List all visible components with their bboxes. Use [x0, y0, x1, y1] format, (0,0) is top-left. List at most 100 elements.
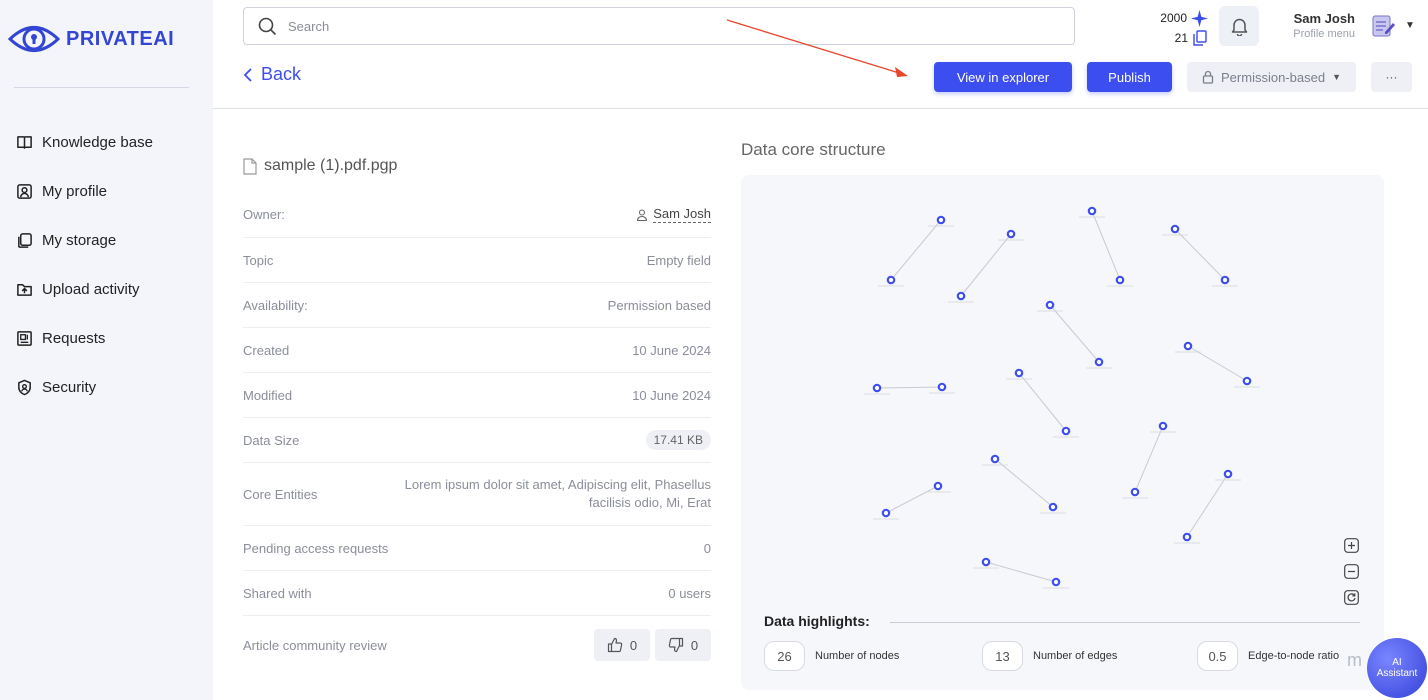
highlight-label: Number of edges: [1033, 650, 1118, 662]
graph-node[interactable]: [872, 383, 882, 393]
detail-value: 10 June 2024: [632, 387, 711, 403]
graph-edge: [1187, 345, 1248, 382]
graph-edge: [994, 458, 1054, 508]
caret-down-icon: ▼: [1332, 72, 1341, 82]
shield-icon: [18, 379, 31, 396]
graph-edge: [885, 485, 939, 514]
graph-node[interactable]: [1115, 275, 1125, 285]
highlight-value: 13: [982, 641, 1023, 671]
chevron-down-icon[interactable]: ▼: [1405, 20, 1415, 31]
sidebar-item-label: My storage: [42, 232, 117, 249]
graph-node[interactable]: [1094, 357, 1104, 367]
ai-assistant-button[interactable]: AI Assistant: [1367, 638, 1427, 698]
sidebar-item-knowledge-base[interactable]: Knowledge base: [16, 118, 153, 167]
publish-button[interactable]: Publish: [1087, 62, 1172, 92]
dislike-button[interactable]: 0: [655, 629, 711, 661]
graph-edge: [1174, 228, 1226, 281]
detail-row-community-review: Article community review 0 0: [243, 616, 711, 674]
storage-icon: [18, 233, 32, 248]
detail-label: Shared with: [243, 585, 312, 601]
likes-count: 0: [629, 637, 638, 653]
graph-node[interactable]: [1087, 206, 1097, 216]
graph-edge: [1091, 210, 1121, 281]
graph-edge: [960, 233, 1012, 297]
graph-node[interactable]: [1223, 469, 1233, 479]
owner-link[interactable]: Sam Josh: [636, 206, 711, 223]
dislikes-count: 0: [690, 637, 699, 653]
profile-menu[interactable]: Sam Josh Profile menu: [1270, 11, 1355, 40]
detail-label: Modified: [243, 387, 293, 403]
requests-icon: [17, 331, 32, 346]
graph-node[interactable]: [1051, 577, 1061, 587]
search-input[interactable]: [288, 18, 988, 34]
zoom-out-icon[interactable]: [1344, 564, 1359, 579]
detail-label: Availability:: [243, 297, 308, 313]
sidebar-item-my-storage[interactable]: My storage: [16, 216, 153, 265]
graph-node[interactable]: [956, 291, 966, 301]
back-button[interactable]: Back: [243, 64, 301, 85]
sidebar-item-upload-activity[interactable]: Upload activity: [16, 265, 153, 314]
graph-node[interactable]: [881, 508, 891, 518]
graph-node[interactable]: [1048, 502, 1058, 512]
detail-value: 0 users: [668, 585, 711, 601]
highlights-divider: [890, 622, 1360, 623]
graph-node[interactable]: [1182, 532, 1192, 542]
graph-node[interactable]: [886, 275, 896, 285]
highlight-value: 26: [764, 641, 805, 671]
permission-dropdown[interactable]: Permission-based ▼: [1187, 62, 1356, 92]
reset-view-icon[interactable]: [1344, 590, 1359, 605]
graph-node[interactable]: [936, 215, 946, 225]
graph-node[interactable]: [1045, 300, 1055, 310]
sidebar-item-my-profile[interactable]: My profile: [16, 167, 153, 216]
bell-icon: [1231, 18, 1247, 36]
graph-node[interactable]: [1014, 368, 1024, 378]
file-title: sample (1).pdf.pgp: [243, 157, 397, 175]
notifications-button[interactable]: [1219, 6, 1259, 46]
graph-node[interactable]: [1242, 376, 1252, 386]
avatar[interactable]: [1371, 14, 1395, 38]
user-icon: [637, 208, 648, 221]
graph-node[interactable]: [1061, 426, 1071, 436]
sidebar-item-label: Requests: [42, 330, 106, 347]
assistant-mark: m: [1347, 650, 1362, 670]
detail-row-shared-with: Shared with 0 users: [243, 571, 711, 616]
graph-node[interactable]: [981, 557, 991, 567]
detail-label: Created: [243, 342, 290, 358]
graph-node[interactable]: [1158, 421, 1168, 431]
like-button[interactable]: 0: [594, 629, 650, 661]
highlight-label: Number of nodes: [815, 650, 900, 662]
header-divider: [213, 108, 1428, 109]
file-details: Owner: Sam Josh Topic Empty field Availa…: [243, 192, 711, 674]
search-bar[interactable]: [243, 7, 1075, 45]
graph-node[interactable]: [990, 454, 1000, 464]
book-icon: [17, 136, 32, 149]
graph-panel: Data highlights: 26 Number of nodes 13 N…: [741, 175, 1384, 690]
graph-node[interactable]: [1220, 275, 1230, 285]
copy-files-icon: [1193, 29, 1207, 46]
sidebar-item-requests[interactable]: Requests: [16, 314, 153, 363]
graph-node[interactable]: [1170, 224, 1180, 234]
review-votes: 0 0: [594, 629, 711, 661]
graph-node[interactable]: [1183, 341, 1193, 351]
detail-row-modified: Modified 10 June 2024: [243, 373, 711, 418]
permission-label: Permission-based: [1221, 69, 1326, 85]
highlight-nodes: 26 Number of nodes: [764, 641, 899, 671]
logo[interactable]: PRIVATEAI: [8, 22, 174, 56]
detail-row-core-entities: Core Entities Lorem ipsum dolor sit amet…: [243, 463, 711, 526]
graph-node[interactable]: [937, 382, 947, 392]
zoom-in-icon[interactable]: [1344, 538, 1359, 553]
node-graph[interactable]: [741, 175, 1384, 605]
detail-row-pending-requests: Pending access requests 0: [243, 526, 711, 571]
more-options-button[interactable]: ···: [1371, 62, 1412, 92]
detail-row-owner: Owner: Sam Josh: [243, 192, 711, 238]
document-icon: [243, 157, 257, 175]
sidebar-item-label: Security: [42, 379, 97, 396]
graph-edge: [876, 386, 943, 389]
back-label: Back: [261, 64, 302, 84]
sidebar-item-security[interactable]: Security: [16, 363, 153, 412]
graph-edge: [890, 219, 942, 281]
view-in-explorer-button[interactable]: View in explorer: [934, 62, 1072, 92]
graph-node[interactable]: [1006, 229, 1016, 239]
graph-node[interactable]: [1130, 487, 1140, 497]
graph-node[interactable]: [933, 481, 943, 491]
